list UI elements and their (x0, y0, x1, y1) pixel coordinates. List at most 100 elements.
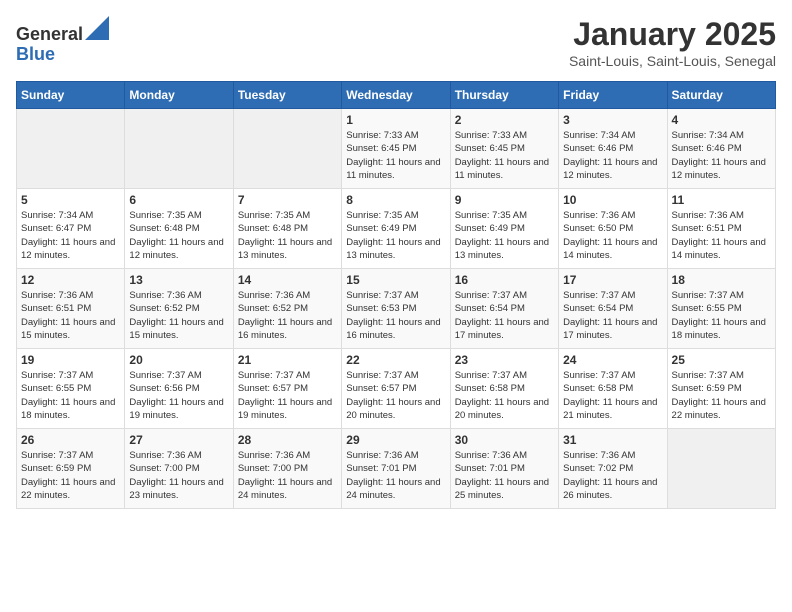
day-info: Sunrise: 7:36 AMSunset: 6:51 PMDaylight:… (21, 289, 120, 342)
calendar-week-row: 1Sunrise: 7:33 AMSunset: 6:45 PMDaylight… (17, 109, 776, 189)
calendar-cell: 20 Sunrise: 7:37 AMSunset: 6:56 PMDayligh… (125, 349, 233, 429)
col-header-friday: Friday (559, 82, 667, 109)
calendar-cell: 11 Sunrise: 7:36 AMSunset: 6:51 PMDayligh… (667, 189, 775, 269)
day-number: 30 (455, 433, 554, 447)
calendar-cell: 15 Sunrise: 7:37 AMSunset: 6:53 PMDayligh… (342, 269, 450, 349)
calendar-week-row: 5 Sunrise: 7:34 AMSunset: 6:47 PMDaylight… (17, 189, 776, 269)
calendar-cell: 30 Sunrise: 7:36 AMSunset: 7:01 PMDayligh… (450, 429, 558, 509)
page-header: General Blue January 2025 Saint-Louis, S… (16, 16, 776, 69)
calendar-cell: 28 Sunrise: 7:36 AMSunset: 7:00 PMDayligh… (233, 429, 341, 509)
calendar-cell: 23 Sunrise: 7:37 AMSunset: 6:58 PMDayligh… (450, 349, 558, 429)
month-title: January 2025 (569, 16, 776, 53)
day-info: Sunrise: 7:33 AMSunset: 6:45 PMDaylight:… (455, 129, 554, 182)
day-info: Sunrise: 7:35 AMSunset: 6:49 PMDaylight:… (455, 209, 554, 262)
calendar-cell: 31Sunrise: 7:36 AMSunset: 7:02 PMDayligh… (559, 429, 667, 509)
day-info: Sunrise: 7:33 AMSunset: 6:45 PMDaylight:… (346, 129, 445, 182)
day-info: Sunrise: 7:36 AMSunset: 6:50 PMDaylight:… (563, 209, 662, 262)
location-subtitle: Saint-Louis, Saint-Louis, Senegal (569, 53, 776, 69)
day-number: 25 (672, 353, 771, 367)
day-number: 13 (129, 273, 228, 287)
title-block: January 2025 Saint-Louis, Saint-Louis, S… (569, 16, 776, 69)
logo-general: General (16, 16, 109, 45)
logo: General Blue (16, 16, 109, 65)
day-number: 27 (129, 433, 228, 447)
col-header-monday: Monday (125, 82, 233, 109)
day-number: 18 (672, 273, 771, 287)
day-info: Sunrise: 7:36 AMSunset: 6:52 PMDaylight:… (238, 289, 337, 342)
col-header-tuesday: Tuesday (233, 82, 341, 109)
day-info: Sunrise: 7:34 AMSunset: 6:46 PMDaylight:… (563, 129, 662, 182)
logo-icon (85, 16, 109, 40)
day-info: Sunrise: 7:36 AMSunset: 7:00 PMDaylight:… (129, 449, 228, 502)
day-number: 9 (455, 193, 554, 207)
day-info: Sunrise: 7:36 AMSunset: 7:02 PMDaylight:… (563, 449, 662, 502)
day-info: Sunrise: 7:37 AMSunset: 6:56 PMDaylight:… (129, 369, 228, 422)
day-info: Sunrise: 7:37 AMSunset: 6:58 PMDaylight:… (563, 369, 662, 422)
calendar-cell: 13 Sunrise: 7:36 AMSunset: 6:52 PMDayligh… (125, 269, 233, 349)
day-info: Sunrise: 7:34 AMSunset: 6:46 PMDaylight:… (672, 129, 771, 182)
day-number: 11 (672, 193, 771, 207)
calendar-cell: 10 Sunrise: 7:36 AMSunset: 6:50 PMDayligh… (559, 189, 667, 269)
calendar-cell: 24 Sunrise: 7:37 AMSunset: 6:58 PMDayligh… (559, 349, 667, 429)
calendar-table: SundayMondayTuesdayWednesdayThursdayFrid… (16, 81, 776, 509)
calendar-cell: 29 Sunrise: 7:36 AMSunset: 7:01 PMDayligh… (342, 429, 450, 509)
day-number: 15 (346, 273, 445, 287)
calendar-cell: 22 Sunrise: 7:37 AMSunset: 6:57 PMDayligh… (342, 349, 450, 429)
day-number: 4 (672, 113, 771, 127)
day-number: 20 (129, 353, 228, 367)
day-number: 21 (238, 353, 337, 367)
day-info: Sunrise: 7:35 AMSunset: 6:48 PMDaylight:… (129, 209, 228, 262)
day-number: 7 (238, 193, 337, 207)
day-info: Sunrise: 7:36 AMSunset: 6:51 PMDaylight:… (672, 209, 771, 262)
day-number: 29 (346, 433, 445, 447)
calendar-cell: 25Sunrise: 7:37 AMSunset: 6:59 PMDayligh… (667, 349, 775, 429)
calendar-cell (17, 109, 125, 189)
calendar-cell: 14 Sunrise: 7:36 AMSunset: 6:52 PMDayligh… (233, 269, 341, 349)
calendar-cell: 19Sunrise: 7:37 AMSunset: 6:55 PMDayligh… (17, 349, 125, 429)
calendar-week-row: 12Sunrise: 7:36 AMSunset: 6:51 PMDayligh… (17, 269, 776, 349)
calendar-cell: 7Sunrise: 7:35 AMSunset: 6:48 PMDaylight… (233, 189, 341, 269)
logo-blue: Blue (16, 45, 109, 65)
day-info: Sunrise: 7:37 AMSunset: 6:57 PMDaylight:… (238, 369, 337, 422)
day-info: Sunrise: 7:37 AMSunset: 6:54 PMDaylight:… (455, 289, 554, 342)
col-header-wednesday: Wednesday (342, 82, 450, 109)
day-info: Sunrise: 7:37 AMSunset: 6:54 PMDaylight:… (563, 289, 662, 342)
day-number: 23 (455, 353, 554, 367)
calendar-cell: 18Sunrise: 7:37 AMSunset: 6:55 PMDayligh… (667, 269, 775, 349)
day-info: Sunrise: 7:36 AMSunset: 7:01 PMDaylight:… (346, 449, 445, 502)
day-number: 5 (21, 193, 120, 207)
calendar-week-row: 19Sunrise: 7:37 AMSunset: 6:55 PMDayligh… (17, 349, 776, 429)
day-number: 10 (563, 193, 662, 207)
day-info: Sunrise: 7:37 AMSunset: 6:55 PMDaylight:… (21, 369, 120, 422)
day-number: 14 (238, 273, 337, 287)
calendar-cell: 4 Sunrise: 7:34 AMSunset: 6:46 PMDaylight… (667, 109, 775, 189)
day-info: Sunrise: 7:37 AMSunset: 6:58 PMDaylight:… (455, 369, 554, 422)
calendar-week-row: 26 Sunrise: 7:37 AMSunset: 6:59 PMDayligh… (17, 429, 776, 509)
logo-text-block: General Blue (16, 16, 109, 65)
calendar-cell: 21 Sunrise: 7:37 AMSunset: 6:57 PMDayligh… (233, 349, 341, 429)
day-number: 28 (238, 433, 337, 447)
day-number: 2 (455, 113, 554, 127)
calendar-cell: 17Sunrise: 7:37 AMSunset: 6:54 PMDayligh… (559, 269, 667, 349)
calendar-cell: 9 Sunrise: 7:35 AMSunset: 6:49 PMDaylight… (450, 189, 558, 269)
day-number: 8 (346, 193, 445, 207)
calendar-cell: 2 Sunrise: 7:33 AMSunset: 6:45 PMDaylight… (450, 109, 558, 189)
day-number: 24 (563, 353, 662, 367)
calendar-cell: 8Sunrise: 7:35 AMSunset: 6:49 PMDaylight… (342, 189, 450, 269)
day-info: Sunrise: 7:36 AMSunset: 6:52 PMDaylight:… (129, 289, 228, 342)
day-info: Sunrise: 7:37 AMSunset: 6:59 PMDaylight:… (21, 449, 120, 502)
day-info: Sunrise: 7:36 AMSunset: 7:00 PMDaylight:… (238, 449, 337, 502)
day-number: 26 (21, 433, 120, 447)
day-info: Sunrise: 7:34 AMSunset: 6:47 PMDaylight:… (21, 209, 120, 262)
col-header-saturday: Saturday (667, 82, 775, 109)
day-info: Sunrise: 7:37 AMSunset: 6:57 PMDaylight:… (346, 369, 445, 422)
day-number: 16 (455, 273, 554, 287)
calendar-cell: 26 Sunrise: 7:37 AMSunset: 6:59 PMDayligh… (17, 429, 125, 509)
day-info: Sunrise: 7:36 AMSunset: 7:01 PMDaylight:… (455, 449, 554, 502)
calendar-cell: 16 Sunrise: 7:37 AMSunset: 6:54 PMDayligh… (450, 269, 558, 349)
calendar-cell (233, 109, 341, 189)
day-info: Sunrise: 7:37 AMSunset: 6:53 PMDaylight:… (346, 289, 445, 342)
day-number: 22 (346, 353, 445, 367)
calendar-cell (125, 109, 233, 189)
calendar-cell: 1Sunrise: 7:33 AMSunset: 6:45 PMDaylight… (342, 109, 450, 189)
